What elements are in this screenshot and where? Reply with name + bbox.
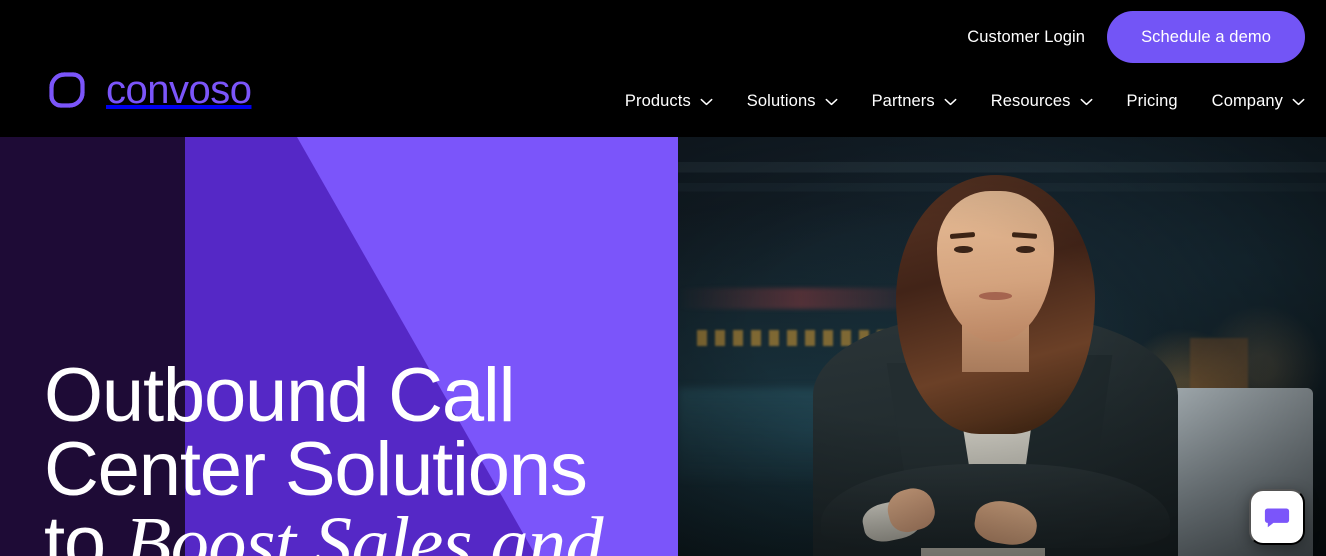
nav-label-company: Company: [1211, 92, 1283, 110]
headline-line-2: Center Solutions: [44, 427, 588, 512]
nav-label-partners: Partners: [871, 92, 935, 110]
nav-item-company[interactable]: Company: [1195, 88, 1305, 115]
knot-logo-icon: [49, 72, 85, 108]
chat-bubble-icon: [1264, 508, 1290, 528]
hero-section: Outbound Call Center Solutions to Boost …: [0, 137, 1326, 556]
schedule-demo-button[interactable]: Schedule a demo: [1107, 11, 1305, 63]
nav-item-products[interactable]: Products: [608, 88, 730, 115]
nav-label-pricing: Pricing: [1126, 92, 1178, 110]
page-root: convoso Customer Login Schedule a demo P…: [0, 0, 1326, 556]
headline-line-1: Outbound Call: [44, 353, 515, 438]
chevron-down-icon: [1292, 98, 1305, 105]
hero-photo: [678, 137, 1326, 556]
site-header: convoso Customer Login Schedule a demo P…: [0, 0, 1326, 137]
photo-subject-person: [788, 137, 1203, 556]
customer-login-link[interactable]: Customer Login: [967, 28, 1085, 47]
chevron-down-icon: [1080, 98, 1092, 105]
hero-headline: Outbound Call Center Solutions to Boost …: [44, 353, 664, 556]
nav-label-solutions: Solutions: [746, 92, 816, 110]
header-actions: Customer Login Schedule a demo: [967, 11, 1305, 63]
chevron-down-icon: [700, 98, 713, 105]
main-navigation: Products Solutions Partners Resources Pr…: [608, 88, 1305, 115]
chevron-down-icon: [944, 98, 957, 105]
nav-item-pricing[interactable]: Pricing: [1110, 88, 1195, 115]
nav-label-resources: Resources: [990, 92, 1071, 110]
brand-logo[interactable]: convoso: [42, 65, 252, 115]
nav-item-partners[interactable]: Partners: [855, 88, 974, 115]
nav-label-products: Products: [624, 92, 691, 110]
chevron-down-icon: [825, 98, 838, 105]
brand-wordmark: convoso: [106, 68, 252, 112]
headline-line-3-plain: to: [44, 501, 125, 556]
subject-lips: [978, 292, 1013, 300]
nav-item-resources[interactable]: Resources: [974, 88, 1110, 115]
headline-line-3-italic: Boost Sales and: [124, 502, 604, 556]
nav-item-solutions[interactable]: Solutions: [730, 88, 855, 115]
headline-line-3: to Boost Sales and: [44, 506, 664, 556]
chat-widget-button[interactable]: [1249, 489, 1305, 545]
